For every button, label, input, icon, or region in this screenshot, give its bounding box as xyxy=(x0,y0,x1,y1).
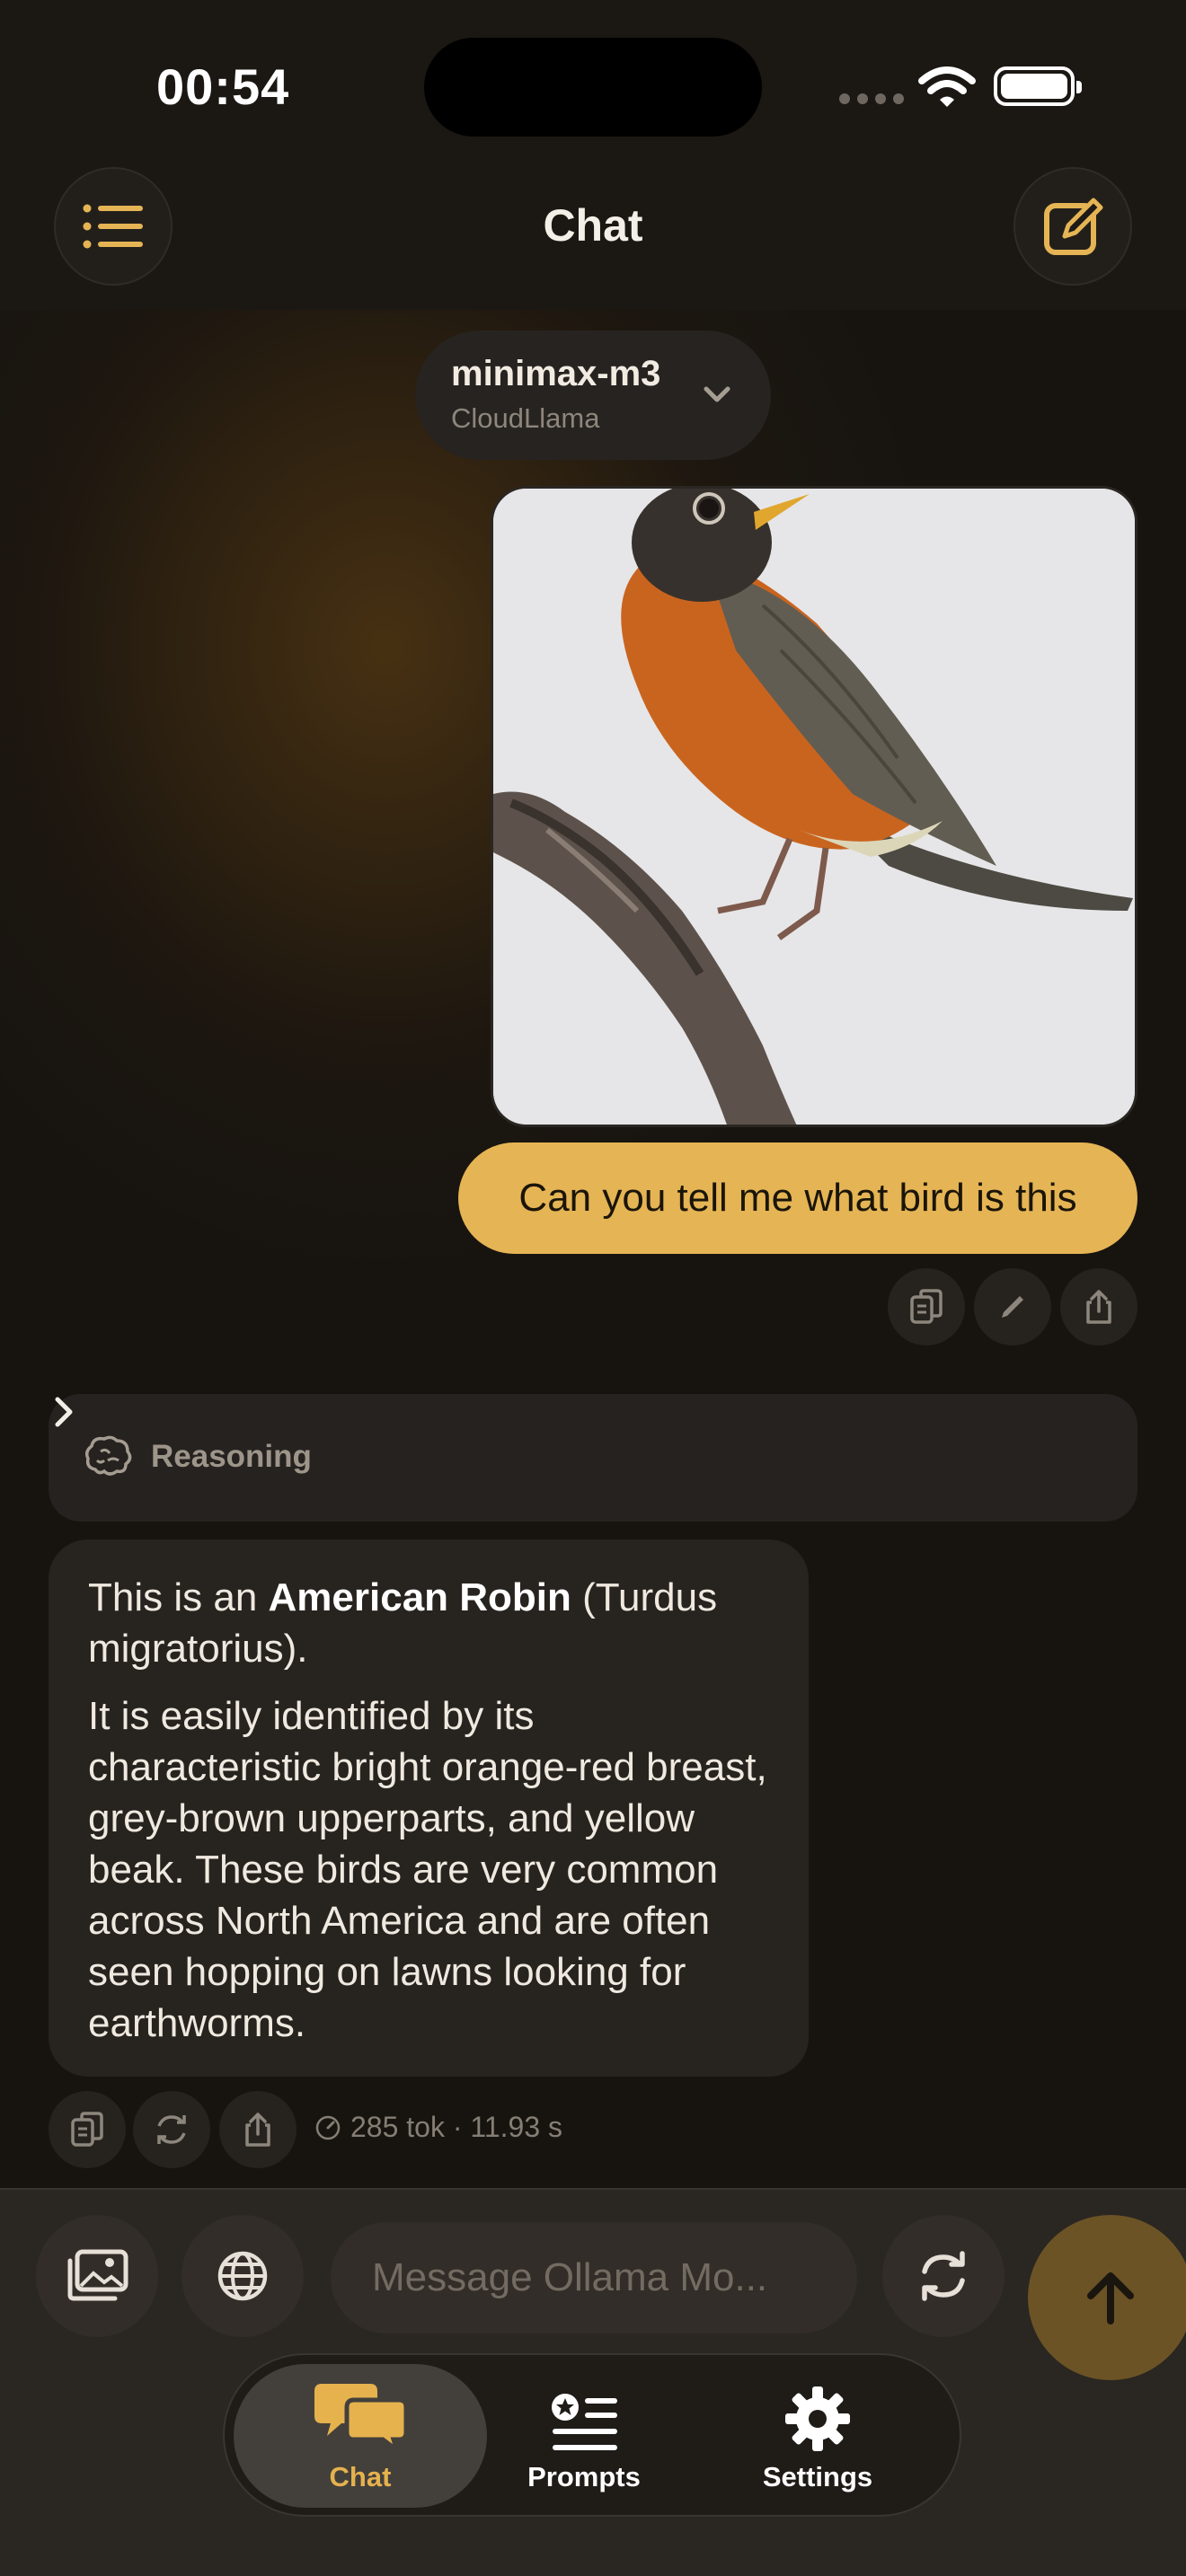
edit-message-button[interactable] xyxy=(974,1268,1051,1345)
pencil-icon xyxy=(1002,1296,1023,1318)
prompts-list-icon xyxy=(552,2394,617,2450)
share-message-button[interactable] xyxy=(1060,1268,1137,1345)
battery-icon xyxy=(994,66,1082,106)
assistant-bold-text: American Robin xyxy=(268,1575,571,1619)
cellular-signal-icon xyxy=(839,93,904,104)
copy-message-button[interactable] xyxy=(888,1268,965,1345)
tab-settings-label: Settings xyxy=(762,2461,873,2492)
model-selector[interactable]: minimax-m3 CloudLlama xyxy=(415,331,771,460)
switch-model-button[interactable] xyxy=(882,2215,1005,2337)
tab-settings[interactable]: Settings xyxy=(710,2364,925,2508)
assistant-message-bubble: This is an American Robin (Turdus migrat… xyxy=(49,1539,809,2077)
compose-icon xyxy=(1044,198,1103,255)
assistant-text: This is an xyxy=(88,1575,269,1619)
tab-prompts-label: Prompts xyxy=(527,2461,641,2492)
photo-library-icon xyxy=(67,2249,128,2301)
robin-photo xyxy=(493,489,1135,1125)
tab-bar: Chat Prompts Settings xyxy=(223,2353,961,2517)
model-name: minimax-m3 xyxy=(451,354,661,393)
chevron-right-icon xyxy=(55,1397,73,1427)
assistant-paragraph-1: This is an American Robin (Turdus migrat… xyxy=(88,1572,769,1674)
brain-icon xyxy=(84,1435,132,1476)
arrow-up-icon xyxy=(1087,2272,1134,2325)
dynamic-island xyxy=(424,38,762,137)
regenerate-response-button[interactable] xyxy=(133,2091,210,2168)
share-response-button[interactable] xyxy=(219,2091,296,2168)
share-icon xyxy=(1086,1290,1111,1324)
web-search-button[interactable] xyxy=(181,2215,304,2337)
chat-bubbles-icon xyxy=(314,2384,406,2452)
copy-icon xyxy=(71,2112,103,2147)
model-provider: CloudLlama xyxy=(451,402,600,434)
new-chat-button[interactable] xyxy=(1013,167,1132,286)
gear-icon xyxy=(785,2386,850,2451)
sync-icon xyxy=(922,2251,965,2301)
attached-image[interactable] xyxy=(491,486,1137,1127)
send-button[interactable] xyxy=(1028,2215,1186,2380)
copy-icon xyxy=(910,1289,943,1324)
page-title: Chat xyxy=(543,200,643,251)
share-icon xyxy=(245,2113,270,2147)
speedometer-icon xyxy=(315,2115,341,2139)
message-input[interactable] xyxy=(331,2222,857,2333)
reasoning-toggle[interactable]: Reasoning xyxy=(49,1394,1137,1522)
tab-chat[interactable]: Chat xyxy=(234,2364,487,2508)
tab-prompts[interactable]: Prompts xyxy=(476,2364,692,2508)
attach-image-button[interactable] xyxy=(36,2215,158,2337)
response-stats: 285 tok · 11.93 s xyxy=(314,2111,562,2144)
assistant-paragraph-2: It is easily identified by its character… xyxy=(88,1694,767,2045)
user-message-bubble: Can you tell me what bird is this xyxy=(458,1142,1137,1254)
copy-response-button[interactable] xyxy=(49,2091,126,2168)
chevron-down-icon xyxy=(704,386,730,402)
wifi-icon xyxy=(918,66,976,107)
status-time: 00:54 xyxy=(156,58,290,115)
stats-text: 285 tok · 11.93 s xyxy=(350,2111,562,2143)
globe-icon xyxy=(217,2251,268,2301)
tab-chat-label: Chat xyxy=(329,2461,392,2492)
refresh-icon xyxy=(157,2115,186,2144)
reasoning-label: Reasoning xyxy=(151,1439,312,1474)
